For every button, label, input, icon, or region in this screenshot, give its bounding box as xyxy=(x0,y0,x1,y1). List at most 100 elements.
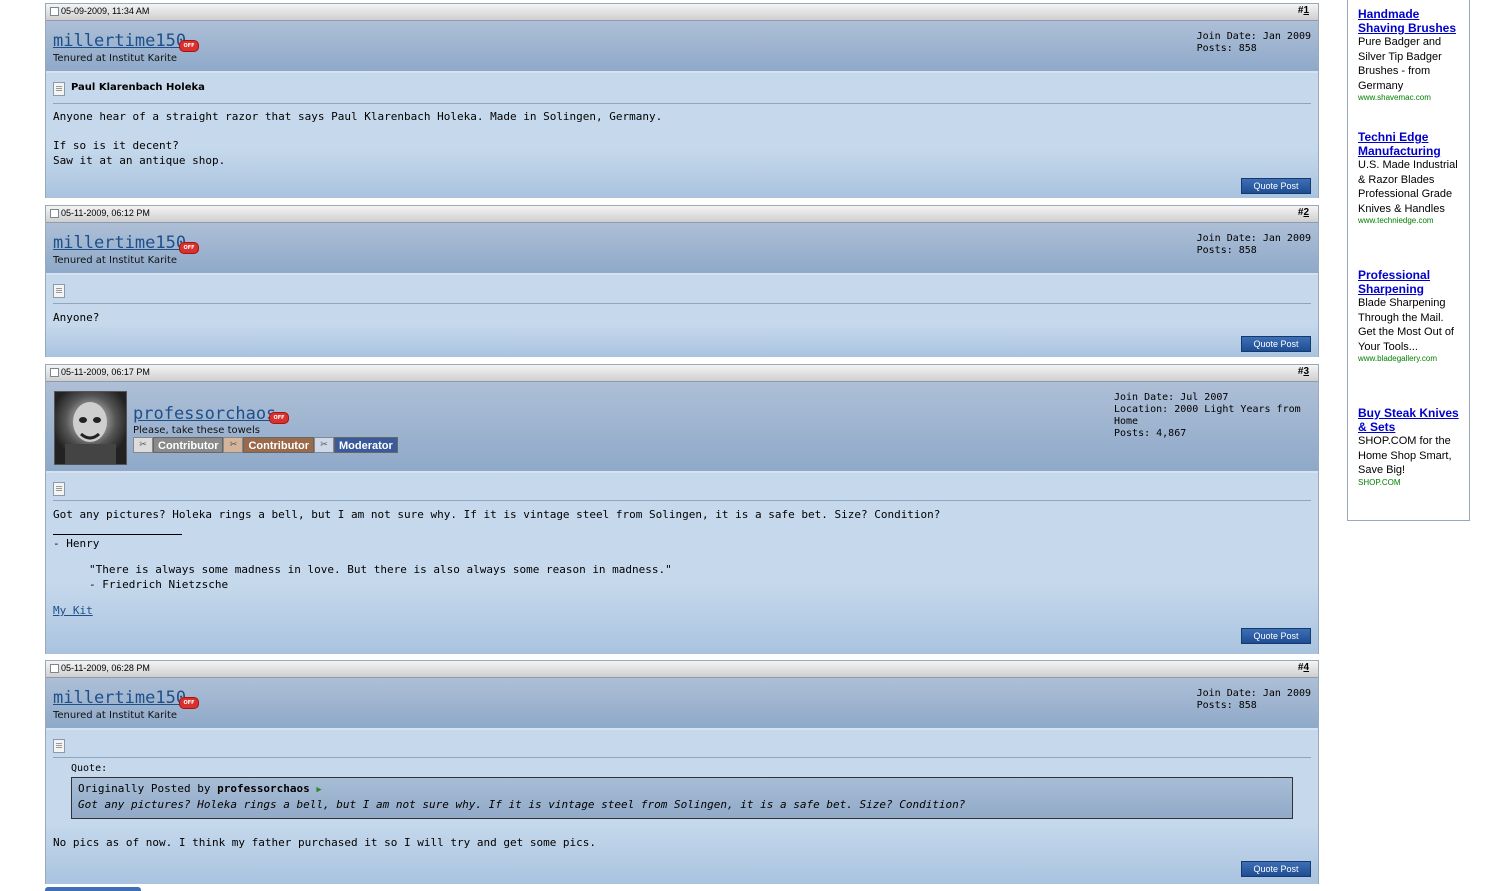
signature-quote: "There is always some madness in love. B… xyxy=(89,563,672,591)
view-post-arrow-icon[interactable]: ▶ xyxy=(316,785,321,795)
ad-title[interactable]: Buy Steak Knives & Sets xyxy=(1358,406,1464,434)
ad-item[interactable]: Techni Edge Manufacturing U.S. Made Indu… xyxy=(1358,130,1464,225)
post-header: 05-11-2009, 06:12 PM #2 xyxy=(46,206,1318,223)
sponsored-links-sidebar: Handmade Shaving Brushes Pure Badger and… xyxy=(1347,0,1470,521)
post-icon xyxy=(53,739,65,753)
user-title: Please, take these towels xyxy=(133,425,260,436)
post-1: 05-09-2009, 11:34 AM #1 millertime150 OF… xyxy=(45,3,1319,198)
quote-post-button[interactable]: Quote Post xyxy=(1241,861,1311,877)
post-body: Got any pictures? Holeka rings a bell, b… xyxy=(46,473,1318,654)
ad-item[interactable]: Professional Sharpening Blade Sharpening… xyxy=(1358,268,1464,363)
my-kit-link[interactable]: My Kit xyxy=(53,604,93,619)
post-link-icon[interactable] xyxy=(50,208,59,218)
ad-url[interactable]: www.shavemac.com xyxy=(1358,93,1464,102)
divider xyxy=(53,500,1311,501)
rank-contributor: Contributor xyxy=(243,437,314,453)
post-count: Posts: 4,867 xyxy=(1114,428,1187,439)
post-date: 05-11-2009, 06:17 PM xyxy=(61,367,150,377)
ad-text: SHOP.COM for the Home Shop Smart, Save B… xyxy=(1358,435,1452,476)
signature-name: - Henry xyxy=(53,537,100,550)
ad-url[interactable]: SHOP.COM xyxy=(1358,478,1464,487)
post-message: Anyone hear of a straight razor that say… xyxy=(53,110,663,167)
rank-contributor: Contributor xyxy=(153,437,224,453)
post-title: Paul Klarenbach Holeka xyxy=(71,82,205,93)
user-title: Tenured at Institut Karite xyxy=(53,710,178,721)
username-link[interactable]: millertime150 xyxy=(53,233,186,253)
ad-title[interactable]: Handmade Shaving Brushes xyxy=(1358,7,1464,35)
post-body: Anyone? Quote Post xyxy=(46,275,1318,357)
post-body: Paul Klarenbach Holeka Anyone hear of a … xyxy=(46,73,1318,198)
user-info: professorchaos OFF Please, take these to… xyxy=(46,382,1318,473)
avatar[interactable] xyxy=(54,391,127,465)
ad-title[interactable]: Professional Sharpening xyxy=(1358,268,1464,296)
join-date: Join Date: Jan 2009 xyxy=(1196,233,1311,244)
post-number[interactable]: #3 xyxy=(1298,366,1309,377)
quote-post-button[interactable]: Quote Post xyxy=(1241,336,1311,352)
ad-item[interactable]: Handmade Shaving Brushes Pure Badger and… xyxy=(1358,7,1464,102)
offline-status-icon: OFF xyxy=(269,412,289,424)
offline-status-icon: OFF xyxy=(179,40,199,52)
offline-status-icon: OFF xyxy=(179,697,199,709)
post-link-icon[interactable] xyxy=(50,367,59,377)
ad-url[interactable]: www.techniedge.com xyxy=(1358,216,1464,225)
user-title: Tenured at Institut Karite xyxy=(53,53,178,64)
divider xyxy=(53,757,1311,758)
rank-moderator: Moderator xyxy=(333,437,398,453)
join-date: Join Date: Jan 2009 xyxy=(1196,688,1311,699)
post-icon xyxy=(53,482,65,496)
quote-header: Quote: xyxy=(71,763,108,774)
signature-separator xyxy=(53,534,182,535)
post-count: Posts: 858 xyxy=(1196,43,1257,54)
post-message: No pics as of now. I think my father pur… xyxy=(53,836,597,849)
post-4: 05-11-2009, 06:28 PM #4 millertime150 OF… xyxy=(45,660,1319,884)
razor-icon: ✂ xyxy=(313,437,334,453)
post-icon xyxy=(53,284,65,298)
brush-icon: ✂ xyxy=(223,437,244,453)
rank-badges: ✂ Contributor ✂ Contributor ✂ Moderator xyxy=(133,437,398,453)
post-header: 05-09-2009, 11:34 AM #1 xyxy=(46,4,1318,21)
post-message: Got any pictures? Holeka rings a bell, b… xyxy=(53,508,941,521)
post-2: 05-11-2009, 06:12 PM #2 millertime150 OF… xyxy=(45,205,1319,357)
post-count: Posts: 858 xyxy=(1196,245,1257,256)
user-title: Tenured at Institut Karite xyxy=(53,255,178,266)
ad-text: Blade Sharpening Through the Mail. Get t… xyxy=(1358,297,1454,353)
post-message: Anyone? xyxy=(53,311,100,324)
razor-icon: ✂ xyxy=(133,437,153,453)
offline-status-icon: OFF xyxy=(179,242,199,254)
join-date: Join Date: Jul 2007 xyxy=(1114,392,1229,403)
post-header: 05-11-2009, 06:17 PM #3 xyxy=(46,365,1318,382)
ad-item[interactable]: Buy Steak Knives & Sets SHOP.COM for the… xyxy=(1358,406,1464,487)
username-link[interactable]: professorchaos xyxy=(133,404,276,424)
user-info: millertime150 OFF Tenured at Institut Ka… xyxy=(46,21,1318,73)
divider xyxy=(53,303,1311,304)
ad-url[interactable]: www.bladegallery.com xyxy=(1358,354,1464,363)
bottom-button-edge[interactable] xyxy=(45,887,141,891)
post-date: 05-09-2009, 11:34 AM xyxy=(61,6,150,16)
post-link-icon[interactable] xyxy=(50,6,59,16)
username-link[interactable]: millertime150 xyxy=(53,688,186,708)
user-info: millertime150 OFF Tenured at Institut Ka… xyxy=(46,223,1318,275)
join-date: Join Date: Jan 2009 xyxy=(1196,31,1311,42)
post-date: 05-11-2009, 06:12 PM xyxy=(61,208,150,218)
ad-title[interactable]: Techni Edge Manufacturing xyxy=(1358,130,1464,158)
post-link-icon[interactable] xyxy=(50,663,59,673)
quote-author: professorchaos xyxy=(217,782,310,795)
post-date: 05-11-2009, 06:28 PM xyxy=(61,663,150,673)
quote-box: Originally Posted by professorchaos ▶ Go… xyxy=(71,777,1293,819)
location: Location: 2000 Light Years from Home xyxy=(1114,404,1301,427)
divider xyxy=(53,103,1311,104)
post-number[interactable]: #1 xyxy=(1298,5,1309,16)
quote-post-button[interactable]: Quote Post xyxy=(1241,628,1311,644)
post-icon xyxy=(53,82,65,96)
post-number[interactable]: #4 xyxy=(1298,662,1309,673)
quote-post-button[interactable]: Quote Post xyxy=(1241,178,1311,194)
ad-text: Pure Badger and Silver Tip Badger Brushe… xyxy=(1358,36,1442,92)
post-header: 05-11-2009, 06:28 PM #4 xyxy=(46,661,1318,678)
post-count: Posts: 858 xyxy=(1196,700,1257,711)
post-number[interactable]: #2 xyxy=(1298,207,1309,218)
quote-prefix: Originally Posted by xyxy=(78,782,211,795)
ad-text: U.S. Made Industrial & Razor Blades Prof… xyxy=(1358,159,1458,215)
user-info: millertime150 OFF Tenured at Institut Ka… xyxy=(46,678,1318,730)
username-link[interactable]: millertime150 xyxy=(53,31,186,51)
quote-text: Got any pictures? Holeka rings a bell, b… xyxy=(78,798,966,811)
